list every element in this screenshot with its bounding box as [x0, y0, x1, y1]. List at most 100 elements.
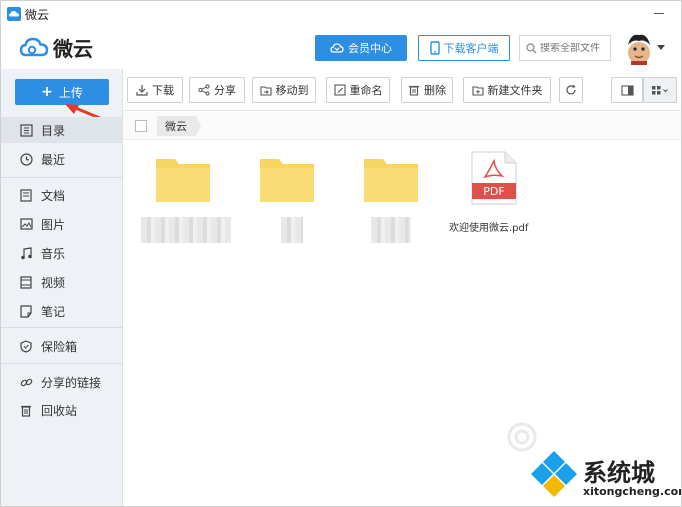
- sidebar-item-label: 音乐: [41, 246, 66, 261]
- share-button[interactable]: 分享: [189, 77, 245, 103]
- new-folder-icon: [471, 86, 484, 96]
- sidebar-item-label: 视频: [41, 275, 66, 290]
- sidebar: + 上传 目录 最近 文档 图片 音乐 视频 笔记 保险箱 分享的链接 回收站: [1, 69, 123, 506]
- sidebar-divider: [1, 327, 122, 328]
- list-view-button[interactable]: [611, 77, 643, 103]
- sidebar-item-recent[interactable]: 最近: [1, 146, 122, 172]
- shield-icon: [19, 339, 33, 353]
- rename-button[interactable]: 重命名: [326, 77, 390, 103]
- breadcrumb-bar: 微云: [123, 112, 681, 140]
- search-input[interactable]: [540, 42, 610, 54]
- share-label: 分享: [214, 84, 236, 97]
- vip-cloud-icon: [330, 43, 344, 53]
- sidebar-item-label: 目录: [41, 123, 66, 138]
- weiyun-window: 微云 微云 会员中心 下载客户端 搜索全部文件 + 上传 目录 最近 文档 图片…: [0, 0, 682, 507]
- delete-button[interactable]: 删除: [401, 77, 453, 103]
- sidebar-item-label: 分享的链接: [41, 375, 102, 390]
- logo: 微云: [19, 33, 93, 62]
- folder-icon: [156, 159, 210, 202]
- folder-icon: [260, 159, 314, 202]
- sidebar-item-label: 文档: [41, 188, 66, 203]
- music-icon: [19, 246, 33, 260]
- breadcrumb-root: 微云: [165, 120, 187, 133]
- delete-icon: [409, 85, 419, 96]
- download-client-button[interactable]: 下载客户端: [418, 35, 510, 61]
- avatar[interactable]: [625, 31, 653, 65]
- xitongcheng-logo-icon: [531, 451, 577, 497]
- search-icon: [526, 42, 537, 53]
- clock-icon: [19, 152, 33, 166]
- sidebar-item-catalog[interactable]: 目录: [1, 117, 122, 143]
- folder-icon: [364, 159, 418, 202]
- download-button[interactable]: 下载: [127, 77, 183, 103]
- title-bar: 微云: [1, 1, 681, 27]
- breadcrumb[interactable]: 微云: [157, 116, 201, 136]
- sidebar-item-label: 最近: [41, 152, 66, 167]
- list-view-icon: [620, 84, 634, 96]
- sidebar-item-label: 保险箱: [41, 339, 78, 354]
- grid-view-icon: [652, 85, 668, 94]
- trash-icon: [19, 403, 33, 417]
- grid-view-button[interactable]: [643, 77, 677, 103]
- sidebar-item-music[interactable]: 音乐: [1, 240, 122, 266]
- pdf-badge: PDF: [483, 185, 504, 198]
- vip-center-button[interactable]: 会员中心: [315, 35, 407, 61]
- sidebar-item-label: 图片: [41, 217, 66, 232]
- share-icon: [198, 84, 210, 96]
- phone-icon: [429, 41, 440, 55]
- link-icon: [19, 375, 33, 389]
- sidebar-item-label: 回收站: [41, 403, 78, 418]
- refresh-button[interactable]: [559, 77, 583, 103]
- delete-label: 删除: [424, 84, 446, 97]
- toolbar: 下载 分享 移动到 重命名 删除 新建文件夹: [123, 69, 681, 111]
- sidebar-divider: [1, 177, 122, 178]
- search-box: [519, 35, 611, 61]
- note-icon: [19, 304, 33, 318]
- sidebar-item-video[interactable]: 视频: [1, 269, 122, 295]
- sidebar-divider: [1, 363, 122, 364]
- move-to-button[interactable]: 移动到: [252, 77, 316, 103]
- upload-label: 上传: [58, 85, 83, 100]
- pdf-icon: PDF: [471, 151, 517, 205]
- sidebar-item-label: 笔记: [41, 304, 66, 319]
- sidebar-item-shared-links[interactable]: 分享的链接: [1, 369, 122, 395]
- new-folder-button[interactable]: 新建文件夹: [463, 77, 551, 103]
- video-icon: [19, 275, 33, 289]
- download-icon: [136, 85, 148, 96]
- move-icon: [259, 86, 272, 96]
- plus-icon: +: [41, 84, 53, 100]
- logo-text: 微云: [53, 37, 93, 61]
- blurred-name: [141, 217, 231, 243]
- upload-button[interactable]: + 上传: [15, 79, 109, 105]
- sidebar-item-recycle-bin[interactable]: 回收站: [1, 397, 122, 423]
- select-all-checkbox[interactable]: [135, 120, 147, 132]
- window-title: 微云: [25, 7, 50, 22]
- sidebar-item-docs[interactable]: 文档: [1, 182, 122, 208]
- cloud-logo-icon: [19, 37, 49, 56]
- download-label: 下载: [152, 84, 174, 97]
- sidebar-item-images[interactable]: 图片: [1, 211, 122, 237]
- image-icon: [19, 217, 33, 231]
- blurred-name: [371, 217, 411, 243]
- watermark-brand: 系统城: [583, 459, 655, 487]
- catalog-icon: [19, 123, 33, 137]
- refresh-icon: [566, 84, 576, 95]
- rename-icon: [333, 84, 346, 96]
- watermark-url: xitongcheng.com: [583, 485, 682, 498]
- move-to-label: 移动到: [275, 84, 309, 97]
- file-name: 欢迎使用微云.pdf: [449, 223, 529, 234]
- header: 微云 会员中心 下载客户端: [1, 27, 681, 69]
- rename-label: 重命名: [349, 84, 383, 97]
- sidebar-item-notes[interactable]: 笔记: [1, 298, 122, 324]
- new-folder-label: 新建文件夹: [487, 84, 543, 97]
- sidebar-item-safe[interactable]: 保险箱: [1, 333, 122, 359]
- xitongcheng-watermark: 系统城 xitongcheng.com: [529, 449, 682, 505]
- download-client-label: 下载客户端: [443, 42, 499, 55]
- doc-icon: [19, 188, 33, 202]
- weiyun-app-icon: [7, 7, 21, 21]
- blurred-name: [281, 217, 303, 243]
- minimize-button[interactable]: [651, 5, 667, 21]
- vip-center-label: 会员中心: [348, 42, 392, 55]
- avatar-dropdown-icon[interactable]: [657, 45, 665, 50]
- sogou-logo-icon: [507, 422, 537, 452]
